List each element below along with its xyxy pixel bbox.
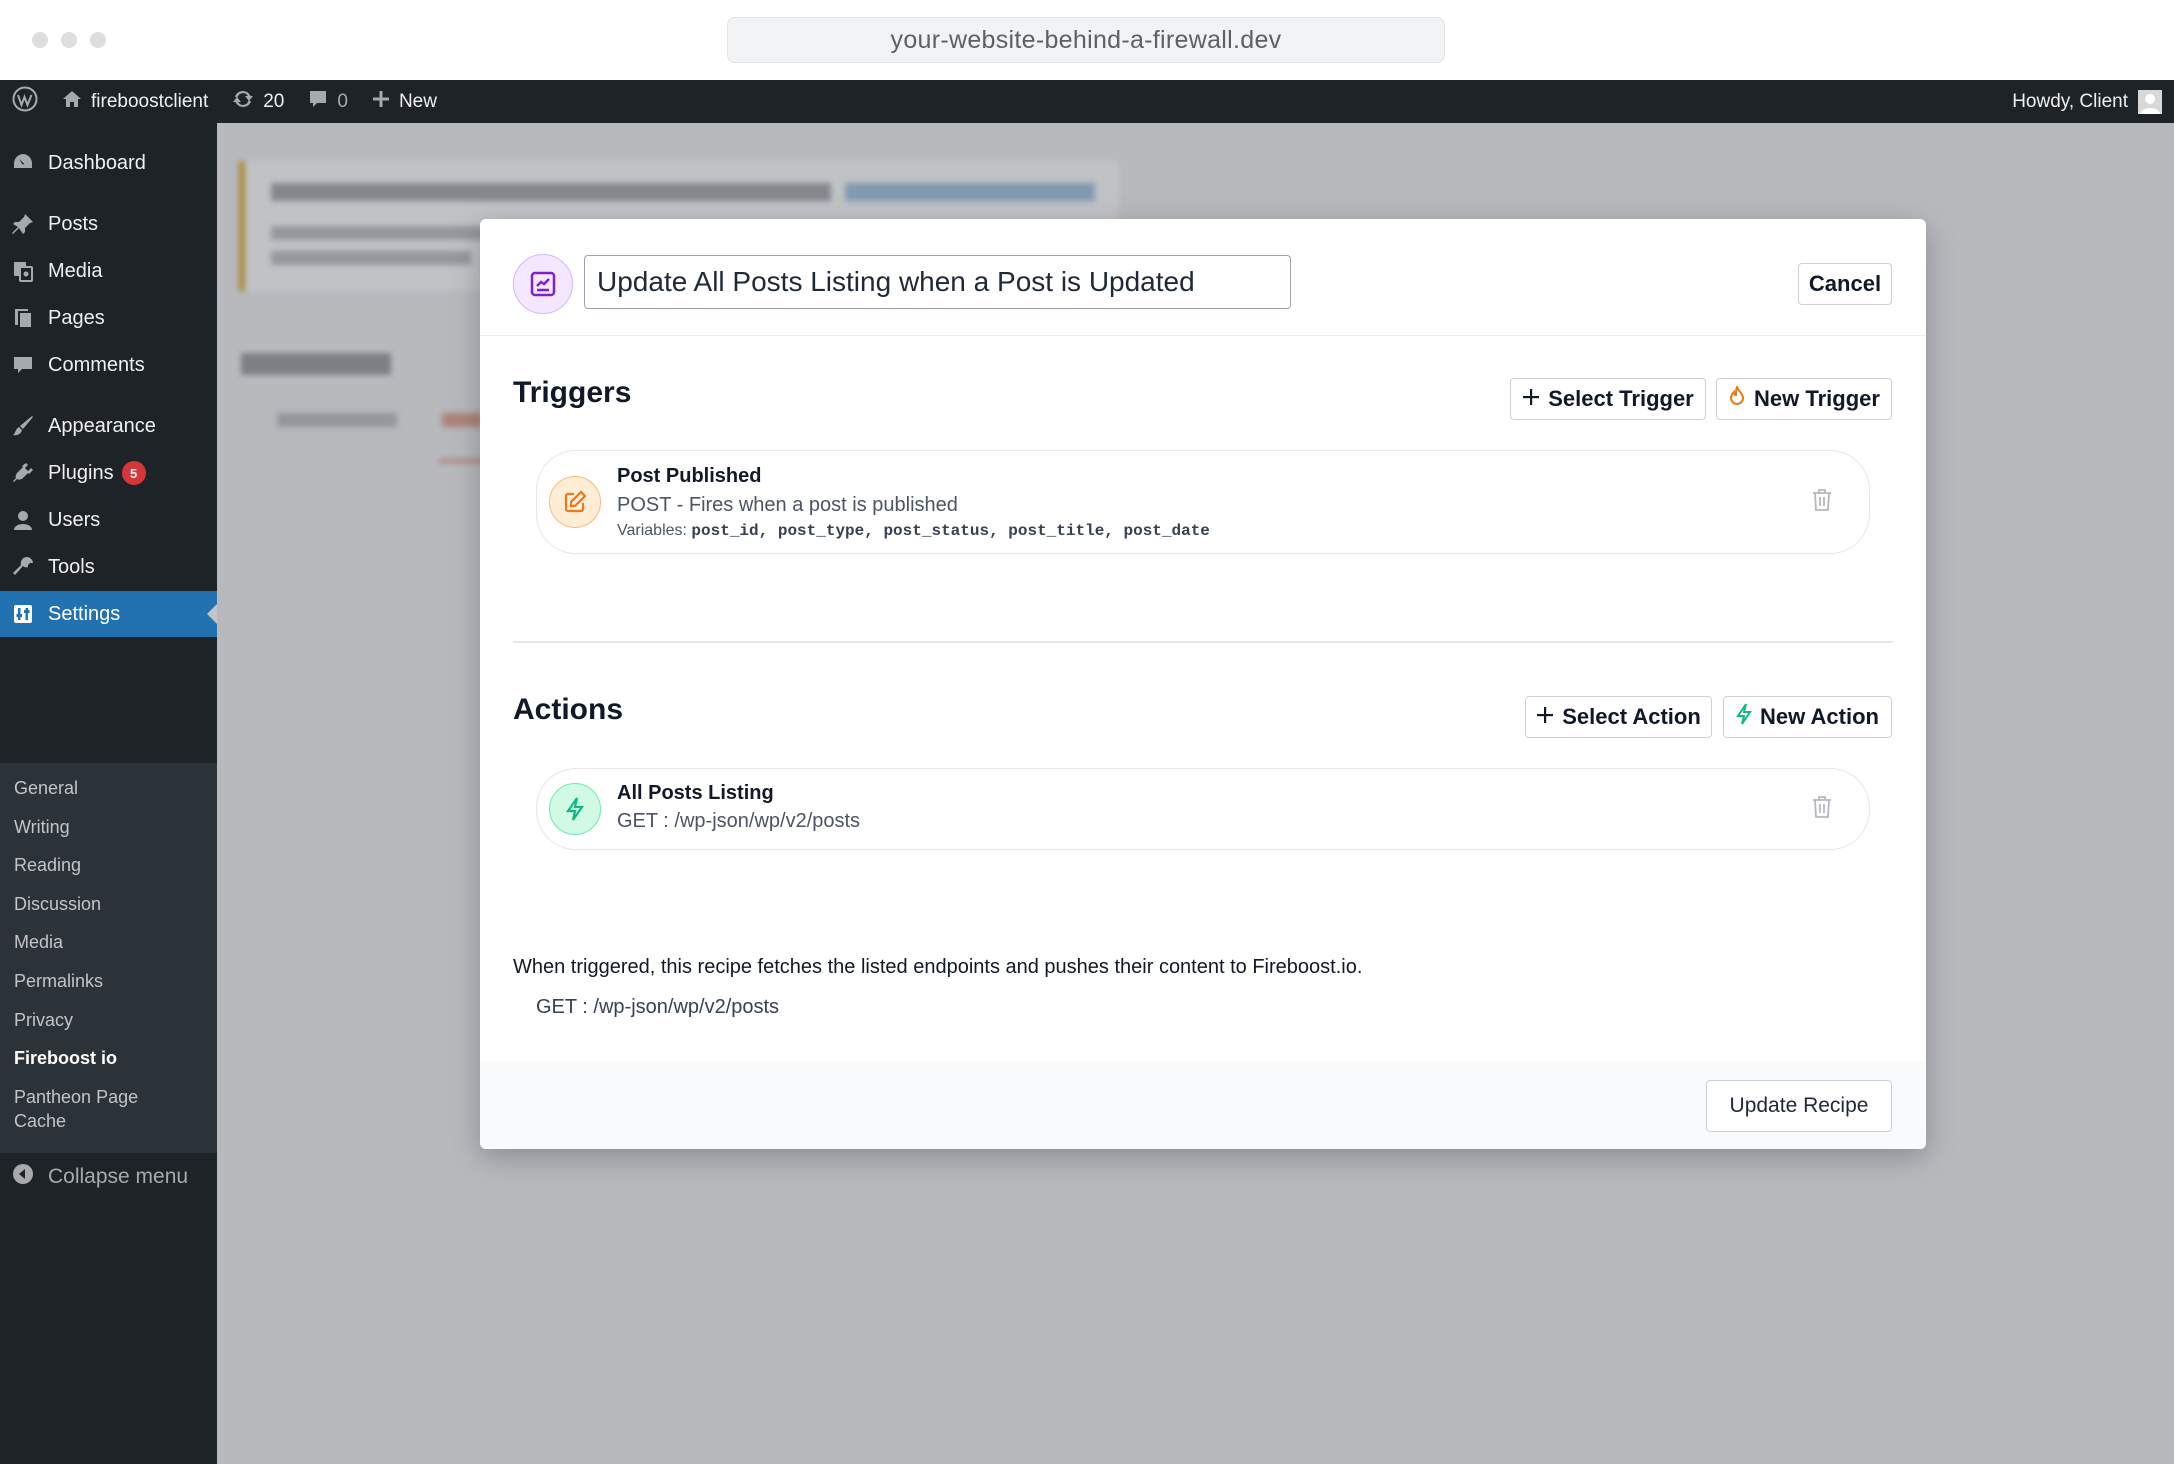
site-name: fireboostclient — [91, 90, 209, 112]
recipe-editor-modal: Cancel Triggers Select Trigger New Trigg… — [480, 219, 1926, 1149]
submenu-privacy[interactable]: Privacy — [14, 1008, 73, 1032]
plus-icon — [1522, 386, 1540, 412]
user-icon — [12, 509, 34, 531]
action-title: All Posts Listing — [617, 782, 774, 804]
sidebar-item-comments[interactable]: Comments — [0, 342, 217, 388]
sidebar-item-tools[interactable]: Tools — [0, 544, 217, 590]
new-trigger-button[interactable]: New Trigger — [1716, 378, 1892, 420]
home-icon — [62, 89, 82, 115]
settings-submenu: General Writing Reading Discussion Media… — [0, 763, 217, 1153]
pages-icon — [12, 307, 34, 329]
trigger-subtitle: POST - Fires when a post is published — [617, 494, 958, 516]
trigger-variables-list: post_id, post_type, post_status, post_ti… — [691, 522, 1210, 540]
update-recipe-button[interactable]: Update Recipe — [1706, 1080, 1892, 1132]
admin-bar: fireboostclient 20 0 New Howdy, Client — [0, 80, 2174, 123]
account-menu[interactable]: Howdy, Client — [2000, 80, 2174, 123]
summary-endpoint: GET : /wp-json/wp/v2/posts — [536, 996, 780, 1018]
trigger-title: Post Published — [617, 465, 762, 487]
trash-icon — [1811, 488, 1833, 517]
settings-icon — [12, 603, 34, 625]
sidebar-item-pages[interactable]: Pages — [0, 295, 217, 341]
minimize-window-dot[interactable] — [61, 32, 77, 48]
collapse-arrow-icon — [12, 1163, 34, 1191]
flame-icon — [1728, 384, 1746, 412]
plugins-update-badge: 5 — [121, 461, 146, 485]
new-action-button[interactable]: New Action — [1723, 696, 1892, 738]
remove-trigger-button[interactable] — [1811, 488, 1833, 517]
plugin-icon — [12, 462, 34, 484]
new-label: New — [398, 90, 437, 112]
brush-icon — [12, 415, 34, 437]
cancel-button[interactable]: Cancel — [1798, 263, 1892, 305]
admin-sidebar: Dashboard Posts Media Pages Comments App… — [0, 123, 217, 1464]
submenu-discussion[interactable]: Discussion — [14, 892, 101, 916]
actions-heading: Actions — [513, 693, 624, 726]
plus-icon — [372, 90, 390, 114]
sidebar-item-posts[interactable]: Posts — [0, 201, 217, 247]
sidebar-item-appearance[interactable]: Appearance — [0, 403, 217, 449]
comment-icon — [12, 354, 34, 376]
address-bar[interactable]: your-website-behind-a-firewall.dev — [727, 17, 1445, 63]
submenu-pantheon-page-cache[interactable]: Pantheon Page Cache — [14, 1085, 164, 1133]
sidebar-item-settings[interactable]: Settings — [0, 591, 217, 637]
sidebar-item-media[interactable]: Media — [0, 248, 217, 294]
trigger-variables: Variables: post_id, post_type, post_stat… — [617, 522, 1210, 540]
select-action-button[interactable]: Select Action — [1525, 696, 1712, 738]
recipe-title-input[interactable] — [584, 255, 1291, 309]
submenu-reading[interactable]: Reading — [14, 853, 81, 877]
recipe-icon — [513, 254, 573, 314]
section-divider — [513, 641, 1893, 643]
updates-count: 20 — [263, 90, 285, 112]
select-trigger-button[interactable]: Select Trigger — [1510, 378, 1706, 420]
submenu-writing[interactable]: Writing — [14, 815, 70, 839]
window-controls — [32, 32, 106, 48]
close-window-dot[interactable] — [32, 32, 48, 48]
action-card[interactable]: All Posts Listing GET : /wp-json/wp/v2/p… — [536, 768, 1870, 850]
remove-action-button[interactable] — [1811, 795, 1833, 824]
media-icon — [12, 260, 34, 282]
wrench-icon — [12, 556, 34, 578]
wordpress-logo-menu[interactable] — [0, 80, 50, 123]
maximize-window-dot[interactable] — [90, 32, 106, 48]
modal-header: Cancel — [480, 219, 1926, 336]
sidebar-item-dashboard[interactable]: Dashboard — [0, 140, 217, 186]
lightning-icon — [1736, 703, 1752, 731]
new-content-link[interactable]: New — [360, 80, 449, 123]
site-name-link[interactable]: fireboostclient — [50, 80, 220, 123]
browser-chrome: your-website-behind-a-firewall.dev — [0, 0, 2174, 80]
trash-icon — [1811, 795, 1833, 824]
current-menu-arrow — [207, 604, 217, 624]
collapse-menu-button[interactable]: Collapse menu — [12, 1163, 188, 1191]
dashboard-icon — [12, 152, 34, 174]
comment-icon — [308, 89, 328, 115]
updates-link[interactable]: 20 — [220, 80, 296, 123]
action-endpoint: GET : /wp-json/wp/v2/posts — [617, 810, 861, 832]
sidebar-item-plugins[interactable]: Plugins 5 — [0, 450, 217, 496]
submenu-permalinks[interactable]: Permalinks — [14, 969, 103, 993]
refresh-icon — [232, 88, 254, 116]
sidebar-item-users[interactable]: Users — [0, 497, 217, 543]
edit-icon — [549, 476, 601, 528]
avatar — [2138, 89, 2162, 114]
plus-icon — [1536, 704, 1554, 730]
comments-count: 0 — [337, 90, 348, 112]
triggers-heading: Triggers — [513, 376, 632, 409]
howdy-text: Howdy, Client — [2012, 90, 2128, 112]
submenu-fireboost[interactable]: Fireboost io — [14, 1046, 117, 1070]
submenu-general[interactable]: General — [14, 776, 78, 800]
recipe-summary: When triggered, this recipe fetches the … — [513, 956, 1363, 978]
pin-icon — [12, 213, 34, 235]
trigger-card[interactable]: Post Published POST - Fires when a post … — [536, 450, 1870, 554]
lightning-icon — [549, 783, 601, 835]
modal-footer: Update Recipe — [480, 1062, 1926, 1149]
wordpress-logo-icon — [12, 86, 38, 118]
comments-link[interactable]: 0 — [296, 80, 360, 123]
submenu-media[interactable]: Media — [14, 930, 63, 954]
